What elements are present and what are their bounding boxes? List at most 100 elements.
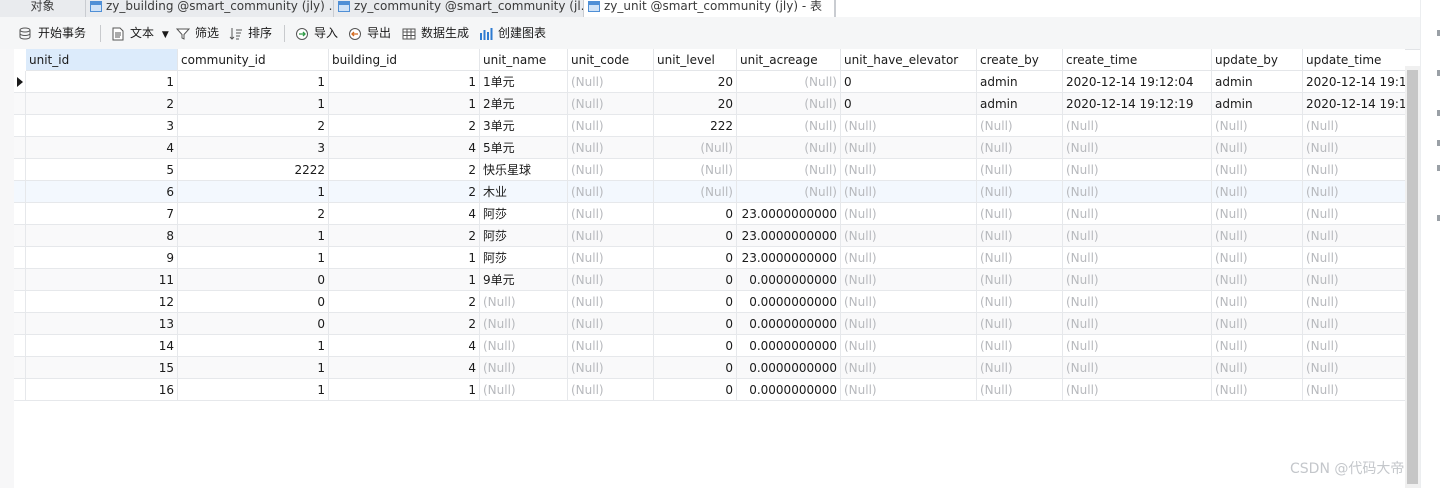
cell-unit-have-elevator[interactable]: (Null) xyxy=(841,181,977,203)
cell-unit-level[interactable]: (Null) xyxy=(654,181,737,203)
row-indicator[interactable] xyxy=(14,313,26,335)
cell-community-id[interactable]: 3 xyxy=(178,137,329,159)
cell-unit-level[interactable]: 0 xyxy=(654,225,737,247)
row-indicator[interactable] xyxy=(14,93,26,115)
cell-unit-acreage[interactable]: (Null) xyxy=(737,181,841,203)
cell-unit-code[interactable]: (Null) xyxy=(568,269,654,291)
column-header-unit-id[interactable]: unit_id xyxy=(26,49,178,71)
cell-create-time[interactable]: (Null) xyxy=(1063,291,1212,313)
cell-unit-code[interactable]: (Null) xyxy=(568,247,654,269)
cell-unit-level[interactable]: 0 xyxy=(654,247,737,269)
cell-unit-name[interactable]: (Null) xyxy=(480,357,568,379)
cell-update-by[interactable]: (Null) xyxy=(1212,313,1303,335)
cell-update-by[interactable]: (Null) xyxy=(1212,247,1303,269)
cell-building-id[interactable]: 1 xyxy=(329,93,480,115)
cell-unit-have-elevator[interactable]: (Null) xyxy=(841,225,977,247)
cell-unit-have-elevator[interactable]: 0 xyxy=(841,71,977,93)
cell-unit-have-elevator[interactable]: (Null) xyxy=(841,357,977,379)
cell-unit-code[interactable]: (Null) xyxy=(568,313,654,335)
cell-unit-code[interactable]: (Null) xyxy=(568,159,654,181)
cell-update-by[interactable]: (Null) xyxy=(1212,159,1303,181)
cell-unit-acreage[interactable]: 23.0000000000 xyxy=(737,225,841,247)
row-indicator[interactable] xyxy=(14,203,26,225)
create-chart-button[interactable]: 创建图表 xyxy=(479,24,546,42)
row-indicator[interactable] xyxy=(14,71,26,93)
cell-unit-level[interactable]: 0 xyxy=(654,203,737,225)
cell-unit-level[interactable]: 0 xyxy=(654,379,737,401)
row-indicator[interactable] xyxy=(14,269,26,291)
cell-unit-level[interactable]: 222 xyxy=(654,115,737,137)
tab-objects[interactable]: 对象 xyxy=(0,0,86,17)
cell-unit-id[interactable]: 1 xyxy=(26,71,178,93)
cell-update-time[interactable]: (Null) xyxy=(1303,313,1405,335)
table-row[interactable]: 3 2 2 3单元 (Null) 222 (Null) (Null) (Null) (Null)(… xyxy=(14,115,1405,137)
cell-building-id[interactable]: 1 xyxy=(329,379,480,401)
cell-create-time[interactable]: (Null) xyxy=(1063,181,1212,203)
cell-create-time[interactable]: (Null) xyxy=(1063,137,1212,159)
cell-unit-acreage[interactable]: 0.0000000000 xyxy=(737,269,841,291)
cell-building-id[interactable]: 2 xyxy=(329,159,480,181)
cell-unit-id[interactable]: 7 xyxy=(26,203,178,225)
cell-building-id[interactable]: 1 xyxy=(329,71,480,93)
cell-building-id[interactable]: 2 xyxy=(329,313,480,335)
cell-building-id[interactable]: 4 xyxy=(329,357,480,379)
cell-unit-have-elevator[interactable]: (Null) xyxy=(841,379,977,401)
cell-unit-acreage[interactable]: 23.0000000000 xyxy=(737,247,841,269)
cell-unit-name[interactable]: 2单元 xyxy=(480,93,568,115)
column-header-unit-acreage[interactable]: unit_acreage xyxy=(737,49,841,71)
cell-building-id[interactable]: 2 xyxy=(329,291,480,313)
cell-create-by[interactable]: (Null) xyxy=(977,335,1063,357)
cell-unit-code[interactable]: (Null) xyxy=(568,93,654,115)
table-row[interactable]: 16 1 1 (Null) (Null) 0 0.0000000000 (Null) (Null… xyxy=(14,379,1405,401)
cell-update-time[interactable]: (Null) xyxy=(1303,181,1405,203)
cell-create-by[interactable]: admin xyxy=(977,93,1063,115)
cell-unit-code[interactable]: (Null) xyxy=(568,335,654,357)
table-row[interactable]: 7 2 4 阿莎 (Null) 0 23.0000000000 (Null) (Null) (Nu… xyxy=(14,203,1405,225)
cell-unit-name[interactable]: 1单元 xyxy=(480,71,568,93)
cell-unit-acreage[interactable]: 0.0000000000 xyxy=(737,291,841,313)
cell-update-by[interactable]: admin xyxy=(1212,71,1303,93)
cell-unit-have-elevator[interactable]: 0 xyxy=(841,93,977,115)
table-row[interactable]: 12 0 2 (Null) (Null) 0 0.0000000000 (Null) (Null… xyxy=(14,291,1405,313)
cell-building-id[interactable]: 2 xyxy=(329,225,480,247)
row-indicator[interactable] xyxy=(14,225,26,247)
table-row[interactable]: 14 1 4 (Null) (Null) 0 0.0000000000 (Null) (Null… xyxy=(14,335,1405,357)
cell-unit-code[interactable]: (Null) xyxy=(568,181,654,203)
table-row[interactable]: 15 1 4 (Null) (Null) 0 0.0000000000 (Null) (Null… xyxy=(14,357,1405,379)
cell-building-id[interactable]: 1 xyxy=(329,269,480,291)
cell-unit-id[interactable]: 12 xyxy=(26,291,178,313)
cell-unit-acreage[interactable]: (Null) xyxy=(737,115,841,137)
table-row[interactable]: 5 2222 2 快乐星球 (Null) (Null) (Null) (Null) (Null)… xyxy=(14,159,1405,181)
cell-unit-acreage[interactable]: (Null) xyxy=(737,93,841,115)
cell-create-by[interactable]: (Null) xyxy=(977,357,1063,379)
table-row[interactable]: 11 0 1 9单元 (Null) 0 0.0000000000 (Null) (Null) (N… xyxy=(14,269,1405,291)
cell-create-time[interactable]: (Null) xyxy=(1063,269,1212,291)
cell-unit-name[interactable]: (Null) xyxy=(480,335,568,357)
cell-unit-name[interactable]: (Null) xyxy=(480,379,568,401)
cell-unit-code[interactable]: (Null) xyxy=(568,115,654,137)
cell-unit-name[interactable]: 快乐星球 xyxy=(480,159,568,181)
cell-create-time[interactable]: (Null) xyxy=(1063,159,1212,181)
cell-unit-level[interactable]: 0 xyxy=(654,313,737,335)
row-indicator[interactable] xyxy=(14,379,26,401)
table-row[interactable]: 13 0 2 (Null) (Null) 0 0.0000000000 (Null) (Null… xyxy=(14,313,1405,335)
cell-update-time[interactable]: 2020-12-14 19:12:04 xyxy=(1303,71,1405,93)
import-button[interactable]: 导入 xyxy=(295,24,338,42)
cell-create-time[interactable]: (Null) xyxy=(1063,313,1212,335)
row-indicator[interactable] xyxy=(14,137,26,159)
cell-update-time[interactable]: (Null) xyxy=(1303,357,1405,379)
cell-unit-level[interactable]: 20 xyxy=(654,93,737,115)
cell-unit-have-elevator[interactable]: (Null) xyxy=(841,313,977,335)
cell-building-id[interactable]: 4 xyxy=(329,137,480,159)
cell-update-by[interactable]: (Null) xyxy=(1212,379,1303,401)
cell-community-id[interactable]: 2 xyxy=(178,203,329,225)
cell-unit-id[interactable]: 16 xyxy=(26,379,178,401)
cell-create-time[interactable]: (Null) xyxy=(1063,379,1212,401)
cell-unit-name[interactable]: 3单元 xyxy=(480,115,568,137)
cell-update-time[interactable]: 2020-12-14 19:12:19 xyxy=(1303,93,1405,115)
cell-community-id[interactable]: 1 xyxy=(178,357,329,379)
cell-create-time[interactable]: 2020-12-14 19:12:04 xyxy=(1063,71,1212,93)
cell-create-time[interactable]: (Null) xyxy=(1063,357,1212,379)
cell-community-id[interactable]: 0 xyxy=(178,291,329,313)
cell-update-time[interactable]: (Null) xyxy=(1303,291,1405,313)
